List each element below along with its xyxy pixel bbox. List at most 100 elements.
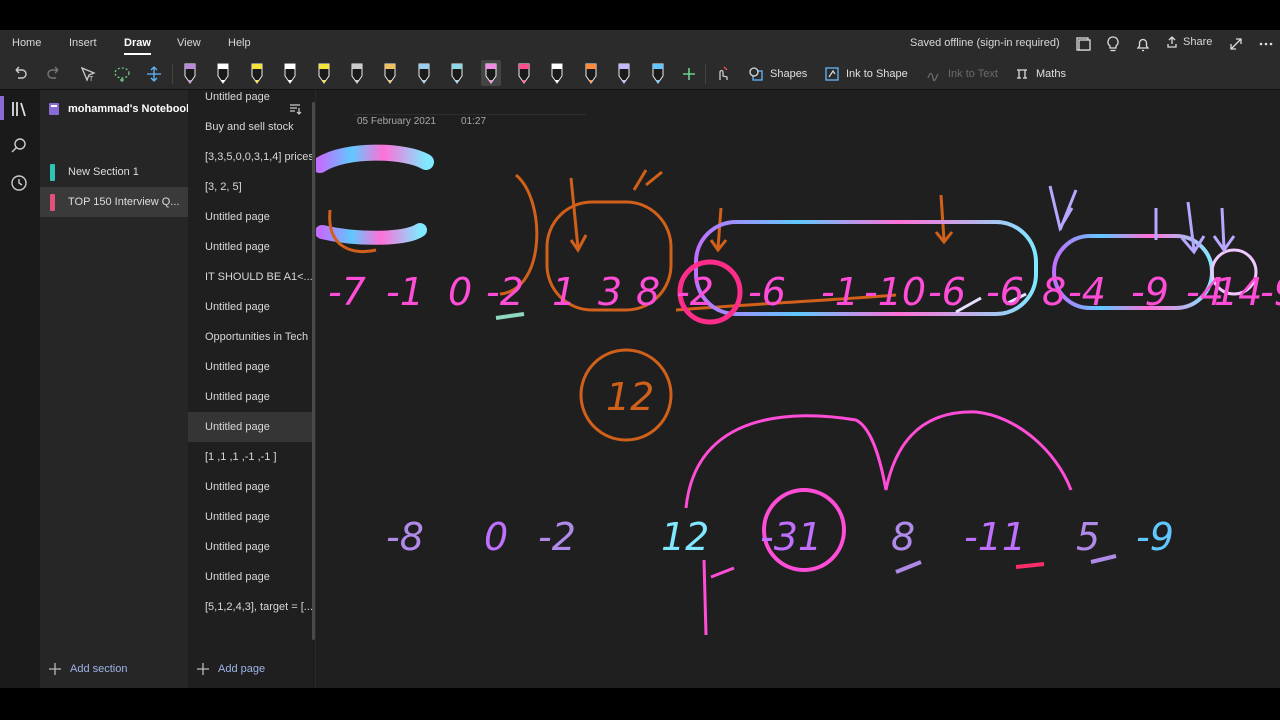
lasso-select-icon[interactable] <box>112 64 132 84</box>
pen-tool[interactable] <box>648 60 668 86</box>
pen-tool[interactable] <box>514 60 534 86</box>
pen-tool[interactable] <box>247 60 267 86</box>
pen-tool[interactable] <box>414 60 434 86</box>
pen-tool[interactable] <box>614 60 634 86</box>
rail-active-indicator <box>0 96 4 120</box>
ink-number: 0 <box>448 270 472 314</box>
ink-number: -4 <box>1068 270 1106 314</box>
page-item[interactable]: [5,1,2,4,3], target = [... <box>188 592 314 622</box>
page-item[interactable]: Untitled page <box>188 90 314 112</box>
notebooks-icon[interactable] <box>8 98 30 120</box>
page-item[interactable]: Untitled page <box>188 502 314 532</box>
ink-to-text-label: Ink to Text <box>948 68 998 80</box>
page-item[interactable]: Untitled page <box>188 532 314 562</box>
tab-help[interactable]: Help <box>228 37 251 49</box>
pen-tool[interactable] <box>581 60 601 86</box>
tick-stroke <box>495 312 525 320</box>
ink-row-2: -8 0 -2 12 -31 8 -11 5 -9 <box>386 515 1174 559</box>
ink-number: 8 <box>891 515 915 559</box>
ink-drawing[interactable]: 12 -7-10-2138-2-6-1-10-6-68-4-9-414-9 -8… <box>316 90 1280 688</box>
ink-number: 5 <box>1076 515 1100 559</box>
plus-icon <box>197 663 209 675</box>
section-item[interactable]: TOP 150 Interview Q... <box>40 187 188 217</box>
pen-tool[interactable] <box>213 60 233 86</box>
menu-bar: Home Insert Draw View Help Saved offline… <box>0 30 1280 58</box>
page-canvas[interactable]: 05 February 2021 01:27 12 -7 -1 0 -2 1 3… <box>316 90 1280 688</box>
ink-to-text-button[interactable]: Ink to Text <box>926 66 998 82</box>
shapes-button[interactable]: Shapes <box>748 66 807 82</box>
pen-tool[interactable] <box>380 60 400 86</box>
ink-number: -31 <box>760 515 822 559</box>
page-item[interactable]: Opportunities in Tech <box>188 322 314 352</box>
arrow-stroke <box>1154 201 1236 255</box>
ink-number: -7 <box>328 270 366 314</box>
page-item[interactable]: Untitled page <box>188 352 314 382</box>
bell-icon[interactable] <box>1134 35 1152 53</box>
undo-icon[interactable] <box>10 64 30 84</box>
tab-home[interactable]: Home <box>12 37 41 49</box>
page-item[interactable]: [1 ,1 ,1 ,-1 ,-1 ] <box>188 442 314 472</box>
section-item[interactable]: New Section 1 <box>40 157 188 187</box>
expand-icon[interactable] <box>1227 35 1245 53</box>
page-item[interactable]: Untitled page <box>188 232 314 262</box>
page-item[interactable]: Buy and sell stock <box>188 112 314 142</box>
page-item[interactable]: Untitled page <box>188 382 314 412</box>
ink-to-shape-button[interactable]: Ink to Shape <box>824 66 908 82</box>
arrow-stroke <box>934 194 954 245</box>
navigation-rail <box>0 90 40 688</box>
check-stroke <box>632 169 663 191</box>
pen-tool[interactable] <box>280 60 300 86</box>
tab-view[interactable]: View <box>177 37 201 49</box>
page-item[interactable]: Untitled page <box>188 562 314 592</box>
lightbulb-icon[interactable] <box>1104 35 1122 53</box>
page-item[interactable]: IT SHOULD BE A1<... <box>188 262 314 292</box>
arc-stroke <box>684 410 1073 509</box>
notebook-icon[interactable] <box>1074 35 1092 53</box>
ink-number: 8 <box>636 270 660 314</box>
arrow-stroke <box>569 177 588 253</box>
notebook-title: mohammad's Notebook <box>68 103 193 115</box>
maths-label: Maths <box>1036 68 1066 80</box>
pen-tool[interactable] <box>480 60 501 86</box>
arrow-stroke <box>1048 185 1078 232</box>
section-label: New Section 1 <box>68 166 139 178</box>
maths-button[interactable]: Maths <box>1014 66 1066 82</box>
page-item[interactable]: [3,3,5,0,0,3,1,4] prices <box>188 142 314 172</box>
page-item[interactable]: Untitled page <box>188 292 314 322</box>
page-item[interactable]: [3, 2, 5] <box>188 172 314 202</box>
sync-status: Saved offline (sign-in required) <box>910 37 1060 49</box>
pen-tool[interactable] <box>180 60 200 86</box>
pen-tool[interactable] <box>447 60 467 86</box>
more-options-icon[interactable] <box>1257 35 1275 53</box>
tab-insert[interactable]: Insert <box>69 37 97 49</box>
add-pen-icon[interactable] <box>679 64 699 84</box>
toolbar-divider <box>705 64 706 84</box>
ink-number: 0 <box>484 515 508 559</box>
underline-stroke <box>1015 562 1045 569</box>
recent-icon[interactable] <box>8 172 30 194</box>
notebook-switcher[interactable]: mohammad's Notebook <box>48 102 208 116</box>
pages-scrollbar[interactable] <box>312 102 315 640</box>
ink-number: -1 <box>821 270 859 314</box>
share-label: Share <box>1183 36 1213 48</box>
pen-tool[interactable] <box>314 60 334 86</box>
ink-number: -11 <box>964 515 1026 559</box>
search-icon[interactable] <box>8 135 30 157</box>
section-label: TOP 150 Interview Q... <box>68 196 180 208</box>
pen-tool[interactable] <box>347 60 367 86</box>
redo-icon[interactable] <box>44 64 64 84</box>
touch-draw-icon[interactable] <box>712 64 732 84</box>
type-select-icon[interactable]: T <box>78 64 98 84</box>
ink-number: -9 <box>1136 515 1174 559</box>
page-item[interactable]: Untitled page <box>188 472 314 502</box>
share-button[interactable]: Share <box>1165 35 1212 49</box>
add-section-button[interactable]: Add section <box>48 662 127 676</box>
tab-draw[interactable]: Draw <box>124 37 151 55</box>
page-item[interactable]: Untitled page <box>188 202 314 232</box>
add-page-button[interactable]: Add page <box>196 662 265 676</box>
ink-number: -10 <box>864 270 926 314</box>
add-space-icon[interactable] <box>144 64 164 84</box>
ink-to-shape-label: Ink to Shape <box>846 68 908 80</box>
pen-tool[interactable] <box>547 60 567 86</box>
page-item[interactable]: Untitled page <box>188 412 314 442</box>
